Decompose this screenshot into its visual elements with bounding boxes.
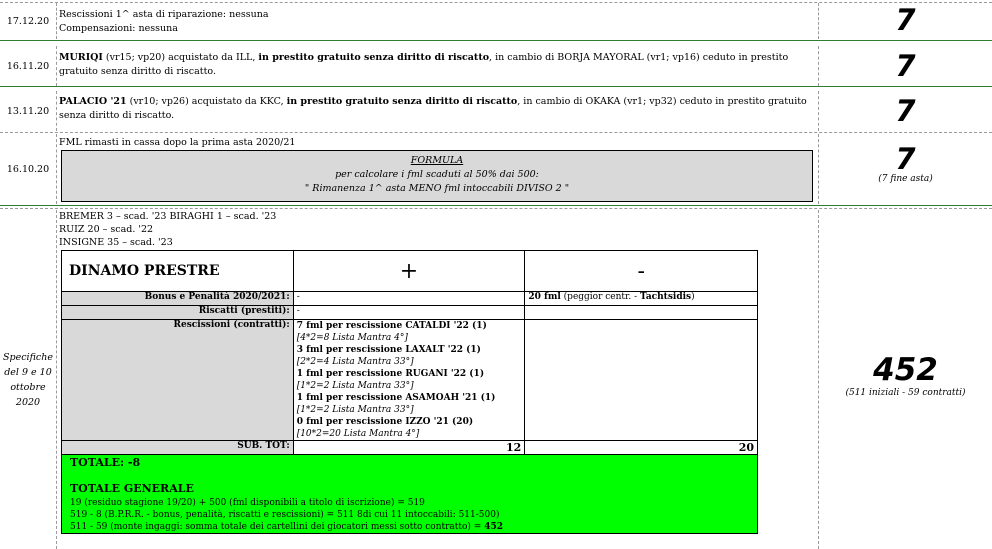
rescissioni-minus (524, 319, 758, 441)
team-name: DINAMO PRESTRE (61, 250, 294, 292)
riscatti-minus (524, 305, 758, 320)
score-cell: 7 (7 fine asta) (818, 134, 992, 204)
subtot-plus: 12 (292, 440, 526, 455)
date-cell: 16.10.20 (0, 134, 57, 204)
score-cell: 452 (511 iniziali - 59 contratti) (818, 210, 992, 549)
bonus-plus: - (292, 291, 526, 306)
date-cell: 16.11.20 (0, 46, 57, 86)
subtot-minus: 20 (524, 440, 758, 455)
row-description: MURIQI (vr15; vp20) acquistato da ILL, i… (59, 52, 789, 77)
riscatti-label: Riscatti (prestiti): (61, 305, 294, 320)
player-list: BREMER 3 – scad. '23 BIRAGHI 1 – scad. '… (59, 211, 277, 248)
rescissioni-plus: 7 fml per rescissione CATALDI '22 (1) [4*… (292, 319, 526, 441)
minus-header: - (524, 250, 758, 292)
subtot-label: SUB. TOT: (61, 440, 294, 455)
date-cell: 13.11.20 (0, 91, 57, 131)
date-cell: Specifiche del 9 e 10 ottobre 2020 (0, 210, 57, 549)
bonus-label: Bonus e Penalità 2020/2021: (61, 291, 294, 306)
plus-header: + (292, 250, 526, 292)
totale-box: TOTALE: -8 TOTALE GENERALE 19 (residuo s… (61, 454, 758, 534)
score-cell: 7 (818, 46, 992, 86)
riscatti-plus: - (292, 305, 526, 320)
score-cell: 7 (818, 91, 992, 131)
score-cell: 7 (818, 3, 992, 39)
dinamo-prestre-table: DINAMO PRESTRE + - Bonus e Penalità 2020… (61, 250, 758, 534)
formula-box: FORMULA per calcolare i fml scaduti al 5… (61, 150, 813, 202)
row-description: Rescissioni 1^ asta di riparazione: ness… (59, 9, 269, 34)
rescissioni-label: Rescissioni (contratti): (61, 319, 294, 441)
row-description: FML rimasti in cassa dopo la prima asta … (59, 137, 296, 148)
date-cell: 17.12.20 (0, 3, 57, 39)
bonus-minus: 20 fml (peggior centr. - Tachtsidis) (524, 291, 758, 306)
row-description: PALACIO '21 (vr10; vp26) acquistato da K… (59, 96, 807, 121)
